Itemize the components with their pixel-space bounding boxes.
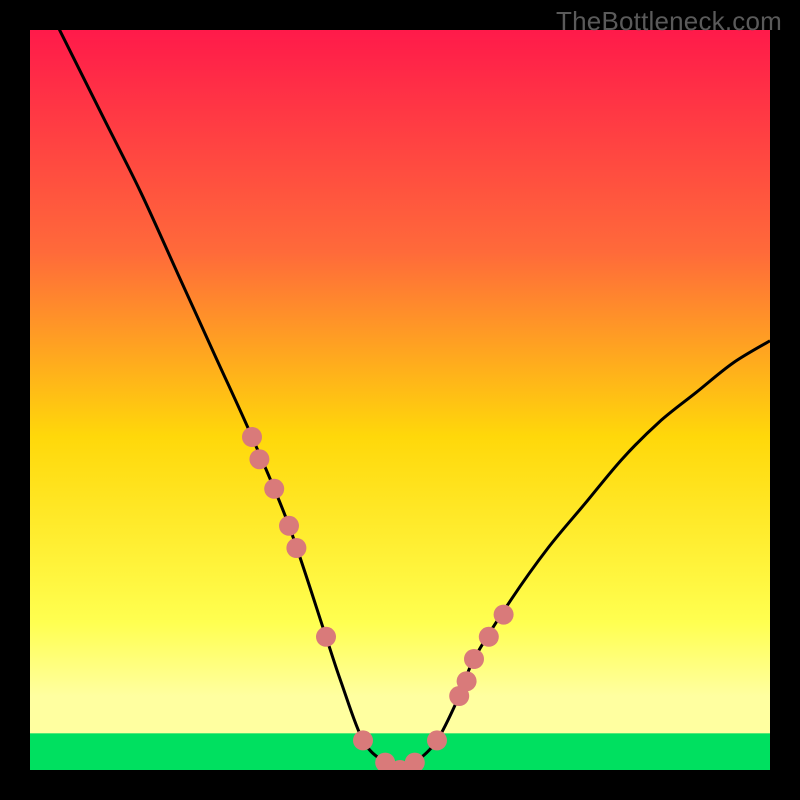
marker-point [279, 516, 299, 536]
marker-point [242, 427, 262, 447]
marker-point [353, 730, 373, 750]
chart-area [30, 30, 770, 770]
marker-point [249, 449, 269, 469]
gradient-background [30, 30, 770, 770]
marker-point [316, 627, 336, 647]
marker-point [464, 649, 484, 669]
watermark-text: TheBottleneck.com [556, 6, 782, 37]
marker-point [427, 730, 447, 750]
marker-point [286, 538, 306, 558]
marker-point [494, 605, 514, 625]
marker-point [457, 671, 477, 691]
chart-svg [30, 30, 770, 770]
marker-point [479, 627, 499, 647]
marker-point [264, 479, 284, 499]
